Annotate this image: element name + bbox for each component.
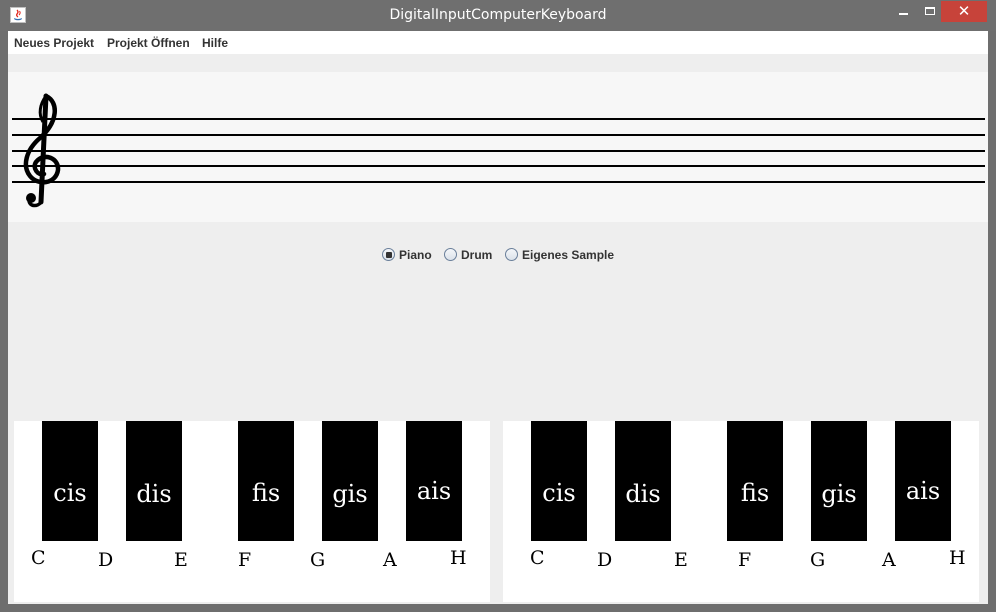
black-key-label: gis xyxy=(821,480,857,508)
black-key-label: dis xyxy=(136,480,172,508)
client-area: Neues Projekt Projekt Öffnen Hilfe Piano xyxy=(8,31,988,604)
staff-line xyxy=(12,181,985,183)
white-key-d[interactable]: D xyxy=(98,549,113,571)
menu-bar: Neues Projekt Projekt Öffnen Hilfe xyxy=(8,31,988,54)
window-title: DigitalInputComputerKeyboard xyxy=(389,7,607,23)
staff-panel xyxy=(8,72,988,222)
keyboard-left[interactable]: cis dis fis gis ais C D E F G A H xyxy=(14,421,490,602)
white-key-h[interactable]: H xyxy=(949,547,966,569)
white-key-e[interactable]: E xyxy=(174,549,188,571)
white-key-g[interactable]: G xyxy=(310,549,325,571)
black-key-label: fis xyxy=(740,479,770,507)
close-icon: ✕ xyxy=(957,2,971,20)
keyboard-right[interactable]: cis dis fis gis ais C D E F G A H xyxy=(503,421,979,602)
title-bar[interactable]: DigitalInputComputerKeyboard ✕ xyxy=(0,0,996,31)
black-key-gis[interactable]: gis xyxy=(322,421,378,541)
black-key-label: cis xyxy=(53,479,87,507)
application-window: DigitalInputComputerKeyboard ✕ Neues Pro… xyxy=(0,0,996,612)
menu-hilfe[interactable]: Hilfe xyxy=(202,36,228,50)
radio-selected-dot xyxy=(386,252,392,258)
black-key-cis[interactable]: cis xyxy=(531,421,587,541)
black-key-label: dis xyxy=(625,480,661,508)
black-key-label: fis xyxy=(251,479,281,507)
black-key-label: ais xyxy=(416,477,452,505)
black-key-fis[interactable]: fis xyxy=(727,421,783,541)
white-key-d[interactable]: D xyxy=(597,549,612,571)
radio-eigenes-sample-label[interactable]: Eigenes Sample xyxy=(522,248,614,262)
black-key-ais[interactable]: ais xyxy=(895,421,951,541)
white-key-c[interactable]: C xyxy=(31,547,46,569)
menu-projekt-oeffnen[interactable]: Projekt Öffnen xyxy=(107,36,190,50)
white-key-a[interactable]: A xyxy=(383,549,397,571)
maximize-icon xyxy=(925,7,935,15)
black-key-fis[interactable]: fis xyxy=(238,421,294,541)
black-key-dis[interactable]: dis xyxy=(126,421,182,541)
staff-line xyxy=(12,150,985,152)
staff-line xyxy=(12,118,985,120)
radio-circle[interactable] xyxy=(444,248,457,261)
minimize-icon xyxy=(899,13,908,15)
white-key-f[interactable]: F xyxy=(738,549,751,571)
treble-clef-icon xyxy=(23,93,61,208)
white-key-a[interactable]: A xyxy=(882,549,896,571)
white-key-c[interactable]: C xyxy=(530,547,545,569)
radio-piano-label[interactable]: Piano xyxy=(399,248,432,262)
black-key-dis[interactable]: dis xyxy=(615,421,671,541)
staff-line xyxy=(12,165,985,167)
close-button[interactable]: ✕ xyxy=(941,1,987,22)
black-key-gis[interactable]: gis xyxy=(811,421,867,541)
staff-line xyxy=(12,134,985,136)
radio-circle[interactable] xyxy=(505,248,518,261)
white-key-h[interactable]: H xyxy=(450,547,467,569)
black-key-label: ais xyxy=(905,477,941,505)
white-key-e[interactable]: E xyxy=(674,549,688,571)
white-key-f[interactable]: F xyxy=(238,549,251,571)
black-key-label: gis xyxy=(332,480,368,508)
radio-drum-label[interactable]: Drum xyxy=(461,248,492,262)
menu-neues-projekt[interactable]: Neues Projekt xyxy=(14,36,94,50)
black-key-cis[interactable]: cis xyxy=(42,421,98,541)
radio-circle[interactable] xyxy=(382,248,395,261)
black-key-ais[interactable]: ais xyxy=(406,421,462,541)
black-key-label: cis xyxy=(542,479,576,507)
white-key-g[interactable]: G xyxy=(810,549,825,571)
